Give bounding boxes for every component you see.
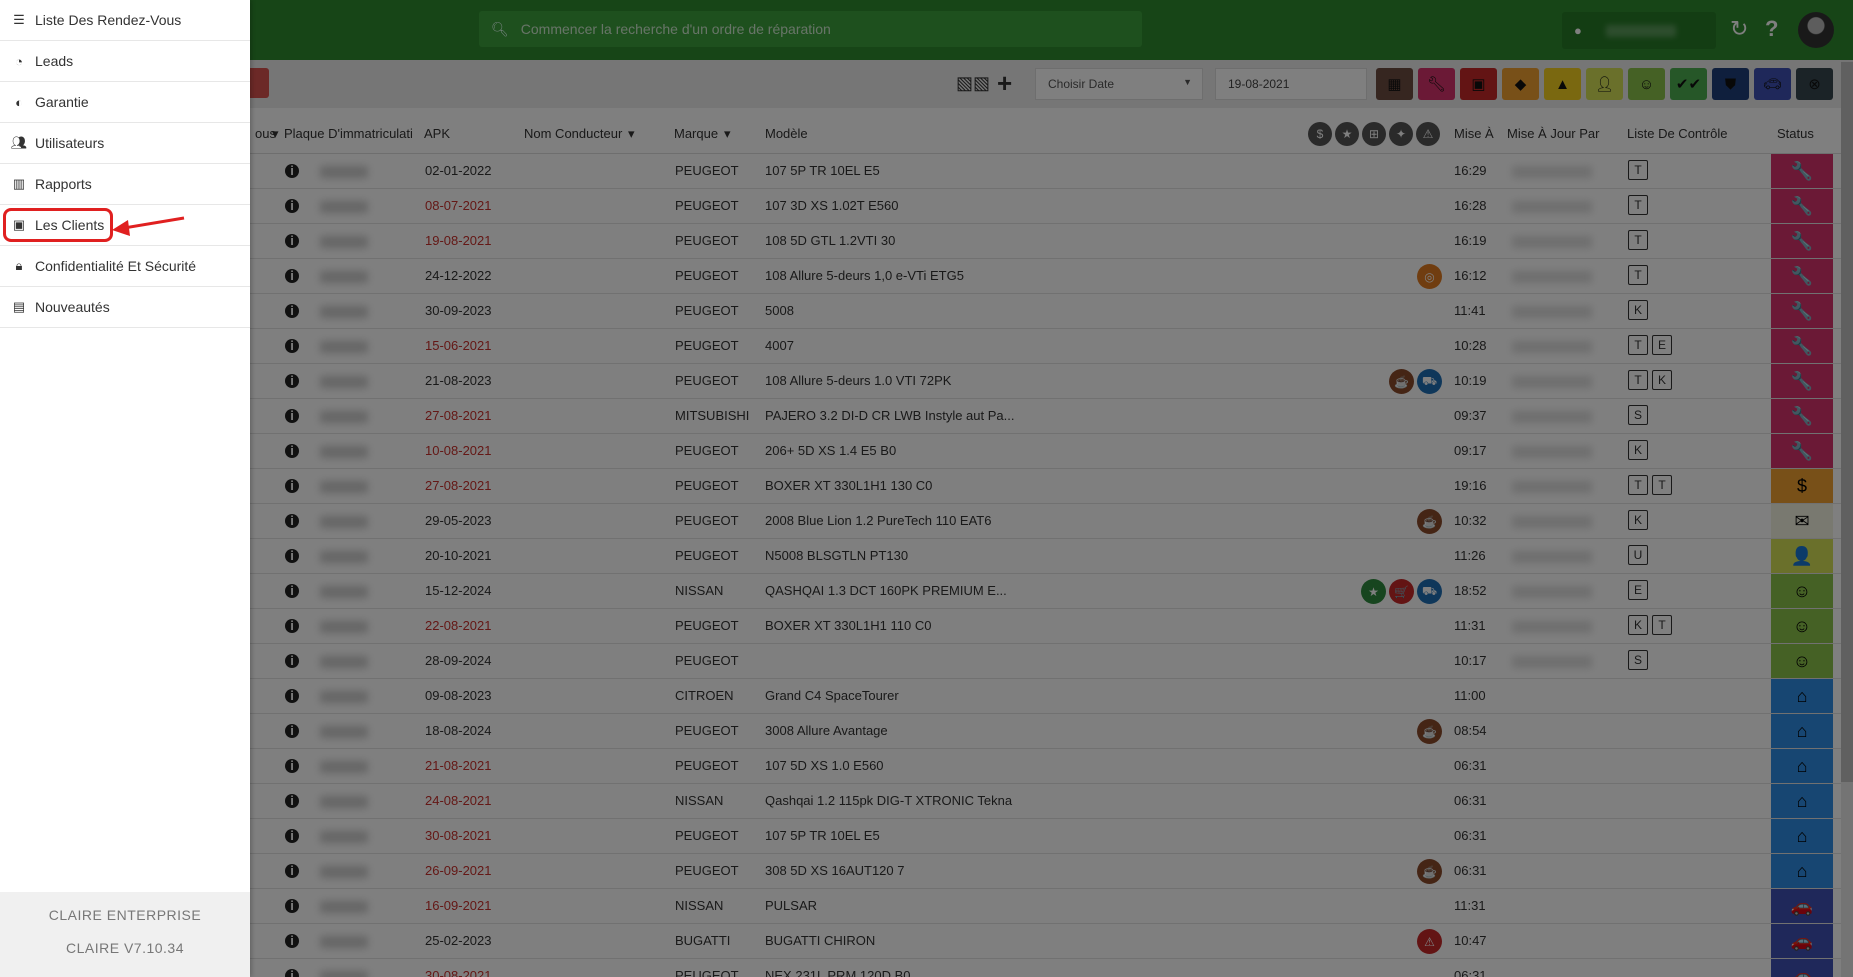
lock-icon: 🔒︎ xyxy=(15,258,23,273)
sidebar-item-label: Leads xyxy=(35,53,74,69)
list-icon: ☰ xyxy=(13,12,25,27)
sidebar-item-utilisateurs[interactable]: 👥︎ Utilisateurs xyxy=(0,123,250,164)
product-version: CLAIRE V7.10.34 xyxy=(65,940,184,956)
sidebar-item-confidentialit-et-s-curit[interactable]: 🔒︎ Confidentialité Et Sécurité xyxy=(0,246,250,287)
sidebar-item-label: Liste Des Rendez-Vous xyxy=(35,12,182,28)
sidebar-menu: ☰ Liste Des Rendez-Vous ◔ Leads ◐ Garantie 👥︎ U… xyxy=(0,0,250,977)
users-icon: 👥︎ xyxy=(10,135,28,150)
product-name: CLAIRE ENTERPRISE xyxy=(48,907,202,923)
sidebar-item-leads[interactable]: ◔ Leads xyxy=(0,41,250,82)
app: 🔍︎ Commencer la recherche d'un ordre de … xyxy=(0,0,1853,977)
clock-icon: ◔ xyxy=(15,53,23,69)
sidebar-footer: CLAIRE ENTERPRISE CLAIRE V7.10.34 xyxy=(0,892,250,977)
sidebar-item-label: Confidentialité Et Sécurité xyxy=(35,258,197,274)
sidebar-item-label: Utilisateurs xyxy=(35,135,105,151)
sidebar-item-label: Nouveautés xyxy=(35,299,110,315)
sidebar-item-label: Rapports xyxy=(35,176,92,192)
sidebar-items: ☰ Liste Des Rendez-Vous ◔ Leads ◐ Garantie 👥︎ U… xyxy=(0,0,250,328)
sidebar-item-garantie[interactable]: ◐ Garantie xyxy=(0,82,250,123)
highlight-box xyxy=(3,208,113,242)
newspaper-icon: ▤ xyxy=(12,299,26,314)
sidebar-item-rapports[interactable]: ▥ Rapports xyxy=(0,164,250,205)
sidebar-item-liste-des-rendez-vous[interactable]: ☰ Liste Des Rendez-Vous xyxy=(0,0,250,41)
modal-overlay[interactable] xyxy=(0,0,1853,977)
chart-icon: ▥ xyxy=(12,176,26,191)
sidebar-item-nouveaut-s[interactable]: ▤ Nouveautés xyxy=(0,287,250,328)
shield-icon: ◐ xyxy=(15,94,23,110)
sidebar-item-label: Garantie xyxy=(35,94,89,110)
annotation-arrow xyxy=(112,216,185,236)
